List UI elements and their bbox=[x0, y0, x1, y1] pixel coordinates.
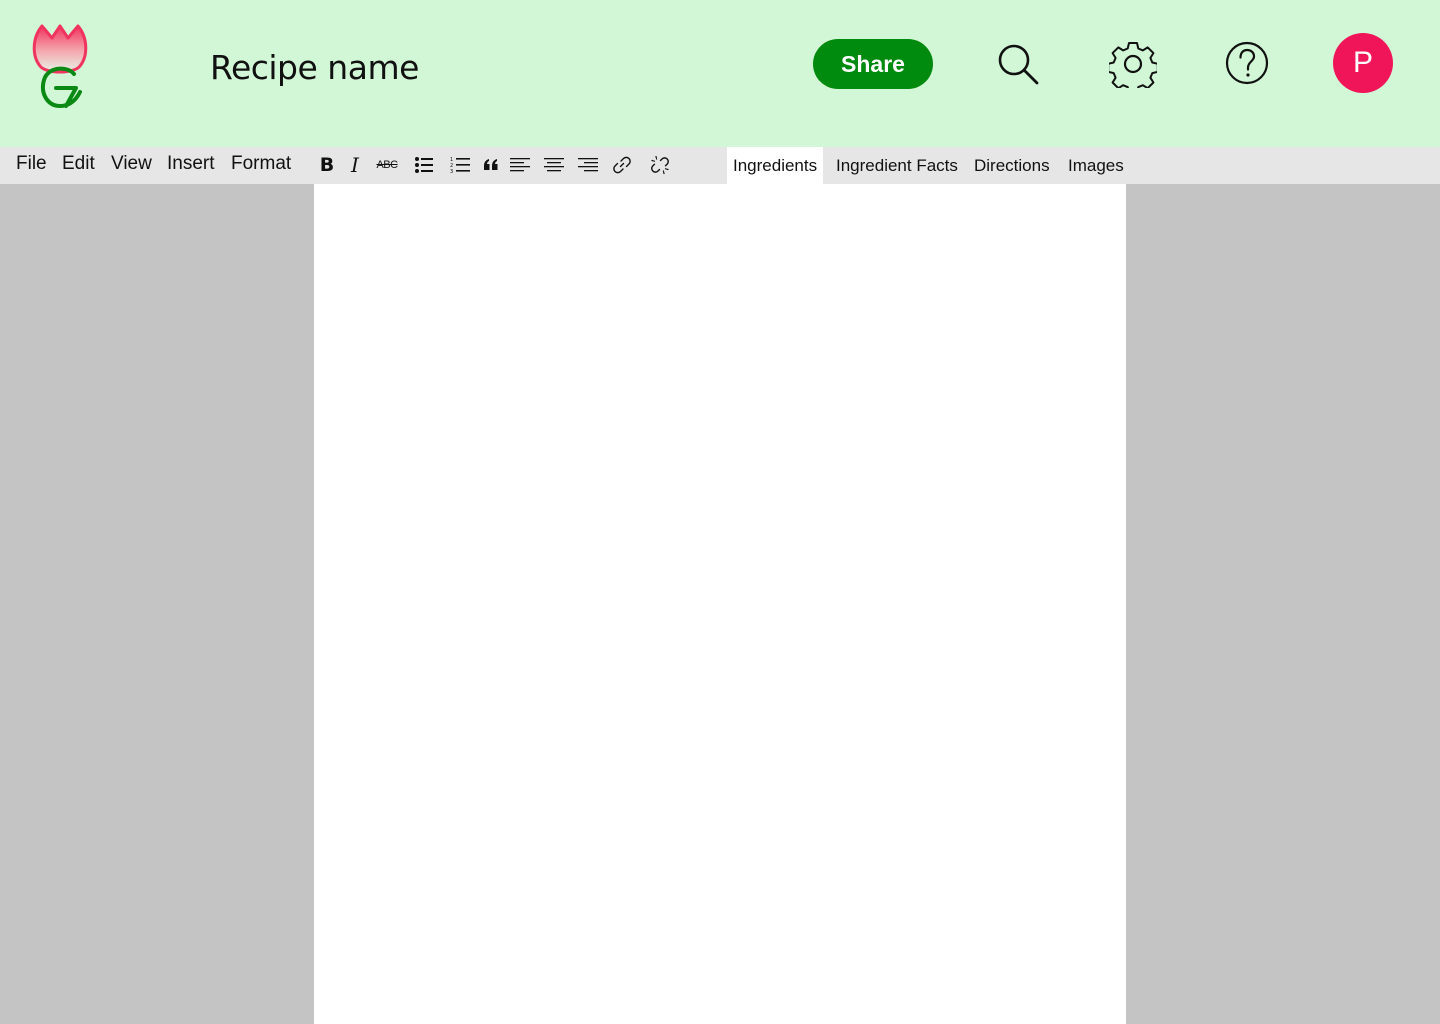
bold-button[interactable]: B bbox=[315, 154, 339, 176]
app-header: Recipe name Share P bbox=[0, 0, 1440, 147]
align-right-button[interactable] bbox=[576, 154, 600, 176]
unlink-icon bbox=[651, 155, 669, 175]
strikethrough-button[interactable]: ABC bbox=[374, 154, 400, 176]
user-avatar[interactable]: P bbox=[1333, 33, 1393, 93]
tab-images[interactable]: Images bbox=[1062, 147, 1130, 184]
bold-icon: B bbox=[319, 154, 335, 176]
align-left-button[interactable] bbox=[508, 154, 532, 176]
bulleted-list-button[interactable] bbox=[412, 154, 436, 176]
bulleted-list-icon bbox=[415, 157, 433, 173]
tab-directions[interactable]: Directions bbox=[968, 147, 1056, 184]
italic-icon: I bbox=[351, 153, 359, 177]
numbered-list-icon: 1 2 3 bbox=[450, 157, 470, 174]
share-button[interactable]: Share bbox=[813, 39, 933, 89]
editor-page[interactable] bbox=[314, 184, 1126, 1024]
italic-button[interactable]: I bbox=[343, 153, 367, 177]
logo-icon[interactable] bbox=[30, 22, 90, 112]
blockquote-button[interactable] bbox=[479, 154, 503, 176]
help-icon[interactable] bbox=[1225, 41, 1269, 85]
link-button[interactable] bbox=[610, 154, 634, 176]
tab-ingredient-facts[interactable]: Ingredient Facts bbox=[830, 147, 964, 184]
align-center-icon bbox=[544, 158, 564, 172]
numbered-list-button[interactable]: 1 2 3 bbox=[448, 154, 472, 176]
align-center-button[interactable] bbox=[542, 154, 566, 176]
recipe-title[interactable]: Recipe name bbox=[210, 48, 419, 87]
strikethrough-icon: ABC bbox=[376, 159, 398, 171]
menu-insert[interactable]: Insert bbox=[167, 153, 215, 175]
unlink-button[interactable] bbox=[648, 154, 672, 176]
blockquote-icon bbox=[484, 159, 498, 170]
tab-ingredients[interactable]: Ingredients bbox=[727, 147, 824, 184]
align-right-icon bbox=[578, 158, 598, 172]
svg-text:3: 3 bbox=[450, 169, 453, 174]
menu-edit[interactable]: Edit bbox=[62, 153, 95, 175]
menu-view[interactable]: View bbox=[111, 153, 152, 175]
menu-format[interactable]: Format bbox=[231, 153, 291, 175]
link-icon bbox=[613, 156, 631, 174]
align-left-icon bbox=[510, 158, 530, 172]
editor-toolbar: File Edit View Insert Format B I ABC 1 2… bbox=[0, 147, 1440, 184]
search-icon[interactable] bbox=[996, 42, 1040, 86]
menu-file[interactable]: File bbox=[16, 153, 47, 175]
gear-icon[interactable] bbox=[1109, 40, 1157, 88]
